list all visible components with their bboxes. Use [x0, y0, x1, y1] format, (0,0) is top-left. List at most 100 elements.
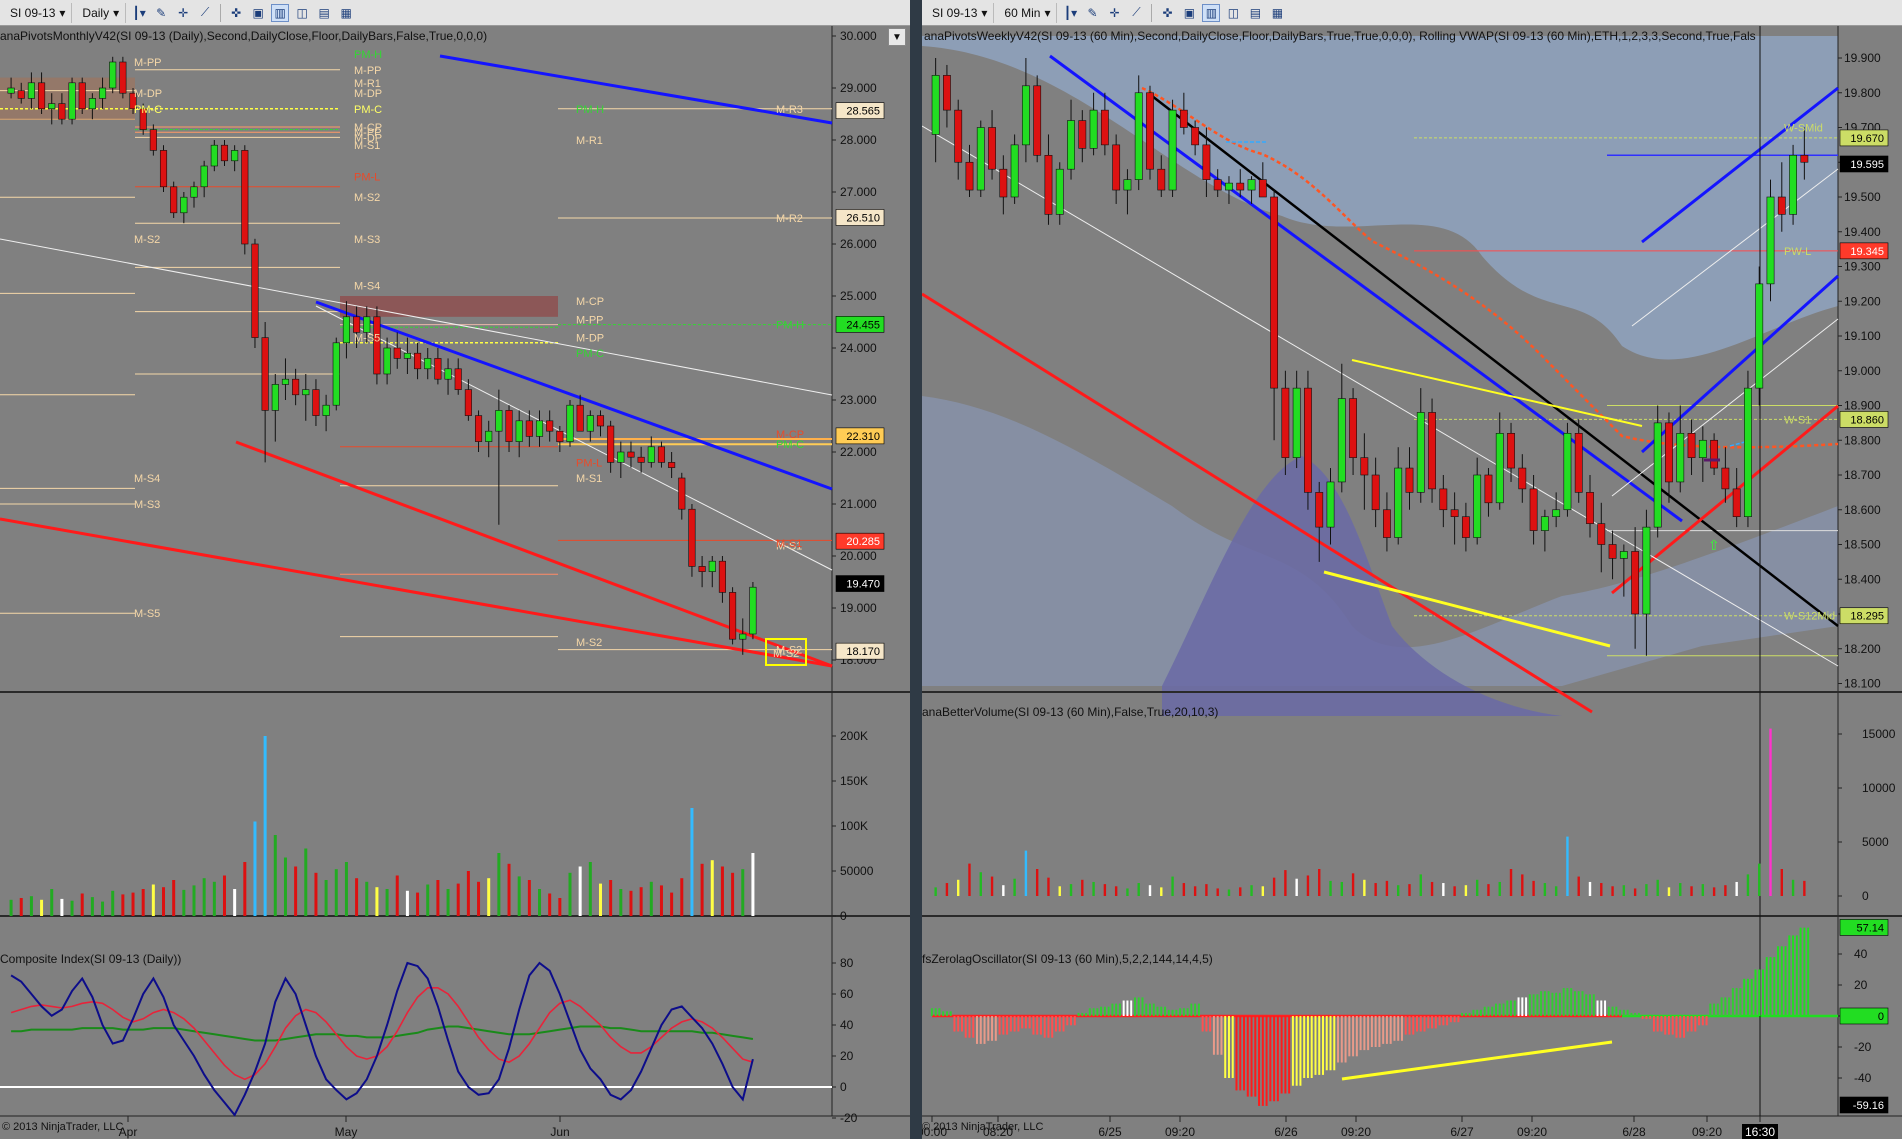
volume-bar: [1667, 887, 1671, 896]
interval-selector[interactable]: Daily ▾: [76, 2, 127, 23]
volume-bar: [934, 887, 937, 896]
candle-body: [637, 456, 645, 463]
time-label: 09:20: [1692, 1125, 1722, 1139]
volume-bar: [639, 887, 643, 916]
oscillator-bar: [1788, 935, 1791, 1016]
bars-icon[interactable]: ▥: [1202, 3, 1221, 22]
candle-body: [7, 87, 15, 94]
daily-chart-canvas[interactable]: anaPivotsMonthlyV42(SI 09-13 (Daily),Sec…: [0, 26, 910, 1139]
bar-type-icon[interactable]: ┃▾: [1061, 4, 1079, 22]
oscillator-bar: [1570, 988, 1573, 1016]
candle-body: [495, 410, 503, 432]
volume-bar: [1701, 884, 1705, 896]
volume-bar: [629, 890, 633, 916]
oscillator-bar: [1690, 1016, 1693, 1032]
price-tag: 20.285: [835, 532, 885, 550]
volume-bar: [609, 880, 613, 916]
axis-label-price: 29.000: [840, 81, 877, 95]
volume-bar: [700, 863, 704, 916]
oscillator-bar: [1186, 1008, 1189, 1016]
volume-bar: [253, 821, 257, 916]
volume-bar: [365, 881, 369, 916]
axis-label-price: 19.000: [840, 601, 877, 615]
pivot-label: M-S3: [354, 234, 380, 246]
candle-body: [383, 347, 391, 375]
candle-body: [525, 420, 533, 437]
oscillator-bar: [960, 1016, 963, 1032]
crosshair-add-icon[interactable]: ✛: [1105, 4, 1123, 22]
interval-selector[interactable]: 60 Min ▾: [998, 2, 1058, 23]
indicators-icon[interactable]: ◫: [1224, 4, 1242, 22]
indicators-icon[interactable]: ◫: [293, 4, 311, 22]
volume-bar: [436, 880, 440, 916]
hourly-chart-canvas[interactable]: ⇧ anaPivotsWeeklyV42(SI 09-13 (60 Min),S…: [922, 26, 1902, 1139]
candle-body: [119, 61, 127, 94]
candle-body: [566, 404, 574, 442]
data-box-icon[interactable]: ▣: [249, 4, 267, 22]
pencil-icon[interactable]: ✎: [1083, 4, 1101, 22]
candle-body: [1100, 109, 1109, 146]
volume-bar: [1758, 863, 1761, 896]
instrument-selector[interactable]: SI 09-13 ▾: [4, 2, 73, 23]
oscillator-bar: [1009, 1016, 1012, 1032]
candle-body: [1258, 179, 1267, 198]
oscillator-bar: [1318, 1016, 1321, 1075]
volume-bar: [151, 884, 155, 916]
volume-bar: [405, 890, 409, 916]
bar-type-icon[interactable]: ┃▾: [130, 4, 148, 22]
volume-bar: [243, 862, 247, 916]
price-tag: 18.295: [1839, 607, 1889, 625]
oscillator-bar: [945, 1011, 948, 1016]
candle-body: [1326, 481, 1335, 528]
data-box-icon[interactable]: ▣: [1180, 4, 1198, 22]
time-label: Apr: [119, 1125, 138, 1139]
axis-label-price: 30.000: [840, 29, 877, 43]
oscillator-bar: [1250, 1016, 1253, 1097]
interval-label: Daily: [82, 5, 110, 20]
candle-body: [1529, 488, 1538, 531]
strategies-icon[interactable]: ▤: [1246, 4, 1264, 22]
candle-body: [1236, 182, 1245, 191]
oscillator-bar: [1724, 997, 1727, 1016]
oscillator-bar: [1258, 1016, 1261, 1106]
axis-label-price: 27.000: [840, 185, 877, 199]
oscillator-bar: [942, 1011, 945, 1016]
oscillator-bar: [1265, 1016, 1268, 1106]
volume-bar: [1047, 877, 1050, 896]
draw-tool-icon[interactable]: ⟋: [196, 4, 214, 22]
oscillator-bar: [1701, 1016, 1704, 1026]
candle-body: [729, 592, 737, 640]
properties-icon[interactable]: ▦: [337, 4, 355, 22]
crosshair-icon[interactable]: ✜: [227, 4, 245, 22]
volume-bar: [1013, 878, 1016, 896]
interval-label: 60 Min: [1004, 5, 1041, 20]
candle-body: [505, 410, 513, 442]
oscillator-bar: [1547, 991, 1550, 1016]
candle-body: [1552, 509, 1561, 517]
oscillator-bar: [1652, 1016, 1655, 1032]
oscillator-bar: [1408, 1016, 1411, 1035]
draw-tool-icon[interactable]: ⟋: [1127, 4, 1145, 22]
volume-bar: [426, 884, 430, 916]
pencil-icon[interactable]: ✎: [152, 4, 170, 22]
candle-body: [988, 127, 996, 170]
axis-label-price: 20.000: [840, 549, 877, 563]
price-tag: 19.345: [1839, 242, 1889, 260]
candle-body: [1337, 398, 1346, 483]
strategies-icon[interactable]: ▤: [315, 4, 333, 22]
volume-bar: [273, 835, 277, 916]
oscillator-bar: [1773, 957, 1776, 1016]
oscillator-bar: [1212, 1016, 1215, 1055]
properties-icon[interactable]: ▦: [1268, 4, 1286, 22]
volume-bar: [375, 887, 379, 916]
crosshair-add-icon[interactable]: ✛: [174, 4, 192, 22]
pane-splitter[interactable]: [910, 0, 922, 1139]
oscillator-bar: [1111, 1003, 1114, 1016]
ci-fast-line: [10, 986, 754, 1081]
instrument-selector[interactable]: SI 09-13 ▾: [926, 2, 995, 23]
candle-body: [1428, 412, 1436, 490]
bars-icon[interactable]: ▥: [271, 3, 290, 22]
crosshair-icon[interactable]: ✜: [1158, 4, 1176, 22]
axis-label-oscillator: 0: [840, 1080, 847, 1094]
volume-bar: [1577, 876, 1580, 896]
